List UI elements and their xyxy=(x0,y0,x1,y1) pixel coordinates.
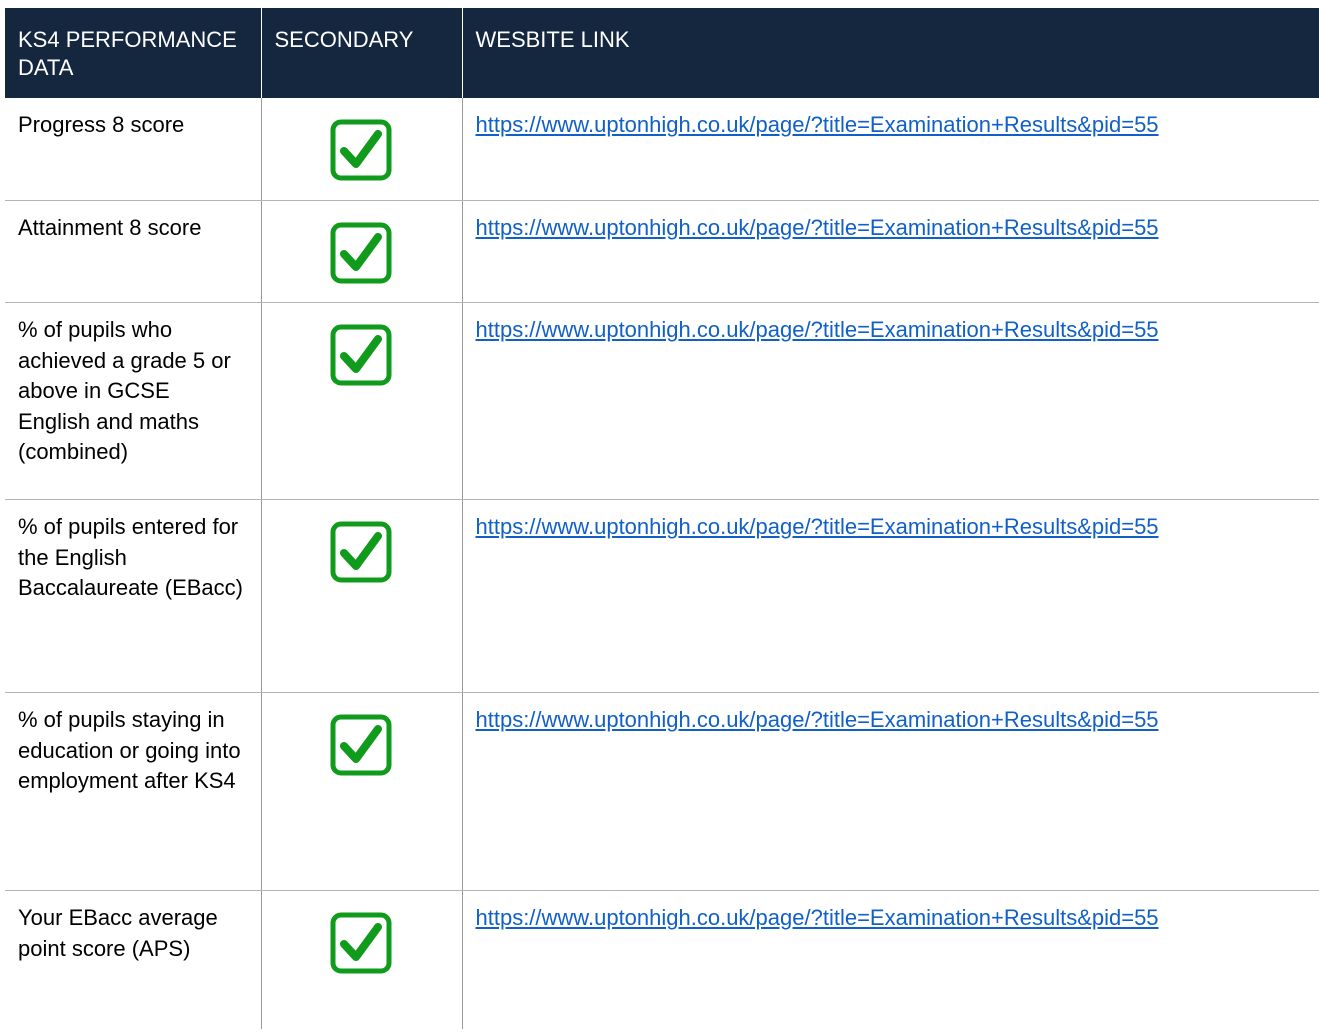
results-link[interactable]: https://www.uptonhigh.co.uk/page/?title=… xyxy=(476,514,1159,539)
website-link-cell: https://www.uptonhigh.co.uk/page/?title=… xyxy=(461,499,1319,693)
checkbox-checked-icon xyxy=(330,521,392,583)
ks4-performance-table: KS4 PERFORMANCE DATA SECONDARY WESBITE L… xyxy=(5,8,1319,1029)
secondary-cell xyxy=(260,98,462,201)
table-body: Progress 8 score https://www.uptonhigh.c… xyxy=(5,98,1319,1029)
results-link[interactable]: https://www.uptonhigh.co.uk/page/?title=… xyxy=(476,905,1159,930)
checkbox-checked-icon xyxy=(330,119,392,181)
measure-label: Progress 8 score xyxy=(5,98,261,201)
ks4-performance-table-wrapper: KS4 PERFORMANCE DATA SECONDARY WESBITE L… xyxy=(5,8,1319,1029)
secondary-cell xyxy=(260,692,462,891)
header-ks4-performance-data: KS4 PERFORMANCE DATA xyxy=(5,8,261,98)
table-row: Progress 8 score https://www.uptonhigh.c… xyxy=(5,98,1319,201)
checkbox-checked-icon xyxy=(330,324,392,386)
header-row: KS4 PERFORMANCE DATA SECONDARY WESBITE L… xyxy=(5,8,1319,98)
website-link-cell: https://www.uptonhigh.co.uk/page/?title=… xyxy=(461,692,1319,891)
measure-label: % of pupils who achieved a grade 5 or ab… xyxy=(5,302,261,500)
header-secondary: SECONDARY xyxy=(260,8,462,98)
checkbox-checked-icon xyxy=(330,222,392,283)
table-row: % of pupils staying in education or goin… xyxy=(5,692,1319,891)
table-row: % of pupils who achieved a grade 5 or ab… xyxy=(5,302,1319,500)
measure-label: Attainment 8 score xyxy=(5,200,261,303)
website-link-cell: https://www.uptonhigh.co.uk/page/?title=… xyxy=(461,890,1319,1029)
results-link[interactable]: https://www.uptonhigh.co.uk/page/?title=… xyxy=(476,215,1159,240)
secondary-cell xyxy=(260,200,462,303)
results-link[interactable]: https://www.uptonhigh.co.uk/page/?title=… xyxy=(476,317,1159,342)
website-link-cell: https://www.uptonhigh.co.uk/page/?title=… xyxy=(461,200,1319,303)
measure-label: % of pupils staying in education or goin… xyxy=(5,692,261,891)
measure-label: Your EBacc average point score (APS) xyxy=(18,905,218,961)
table-row: Attainment 8 score https://www.uptonhigh… xyxy=(5,200,1319,303)
table-header: KS4 PERFORMANCE DATA SECONDARY WESBITE L… xyxy=(5,8,1319,98)
results-link[interactable]: https://www.uptonhigh.co.uk/page/?title=… xyxy=(476,707,1159,732)
website-link-cell: https://www.uptonhigh.co.uk/page/?title=… xyxy=(461,302,1319,500)
secondary-cell xyxy=(260,499,462,693)
header-website-link: WESBITE LINK xyxy=(461,8,1319,98)
measure-label: % of pupils entered for the English Bacc… xyxy=(5,499,261,693)
table-row: Your EBacc average point score (APS) htt… xyxy=(5,890,1319,1029)
checkbox-checked-icon xyxy=(330,912,392,974)
secondary-cell xyxy=(260,890,462,1029)
secondary-cell xyxy=(260,302,462,500)
table-row: % of pupils entered for the English Bacc… xyxy=(5,499,1319,693)
checkbox-checked-icon xyxy=(330,714,392,776)
website-link-cell: https://www.uptonhigh.co.uk/page/?title=… xyxy=(461,98,1319,201)
results-link[interactable]: https://www.uptonhigh.co.uk/page/?title=… xyxy=(476,112,1159,137)
